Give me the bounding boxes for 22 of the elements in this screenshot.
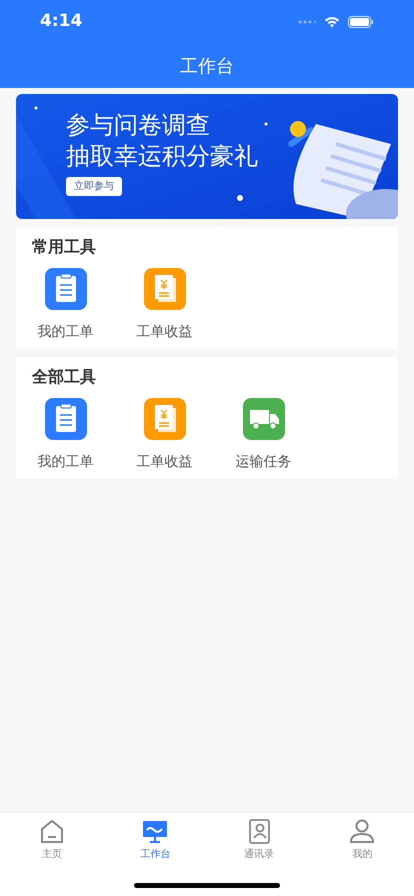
tab-item[interactable]: 工作台 xyxy=(104,813,207,896)
battery-icon xyxy=(348,16,374,28)
tool-button[interactable]: 我的工单 xyxy=(16,398,115,474)
tab-item[interactable]: 主页 xyxy=(0,813,104,896)
status-time: 4:14 xyxy=(40,10,82,34)
join-button[interactable]: 立即参与 xyxy=(66,177,122,196)
wifi-icon xyxy=(324,16,340,28)
tool-button[interactable]: 我的工单 xyxy=(16,268,115,344)
banner-headline: 参与问卷调查 xyxy=(66,110,211,141)
signal-icon xyxy=(298,20,316,24)
section-title: 全部工具 xyxy=(32,367,97,386)
monitor-icon xyxy=(142,818,168,844)
tool-button[interactable]: 工单收益 xyxy=(115,268,214,344)
banner-headline: 抽取幸运积分豪礼 xyxy=(66,141,259,172)
page-title: 工作台 xyxy=(180,54,234,78)
section-title: 常用工具 xyxy=(32,237,97,256)
tab-item[interactable]: 我的 xyxy=(310,813,414,896)
person-icon xyxy=(349,818,376,844)
tab-item[interactable]: 通讯录 xyxy=(207,813,310,896)
tool-button[interactable]: 工单收益 xyxy=(115,398,214,474)
tool-button[interactable]: 运输任务 xyxy=(214,398,313,474)
home-icon xyxy=(38,818,65,844)
